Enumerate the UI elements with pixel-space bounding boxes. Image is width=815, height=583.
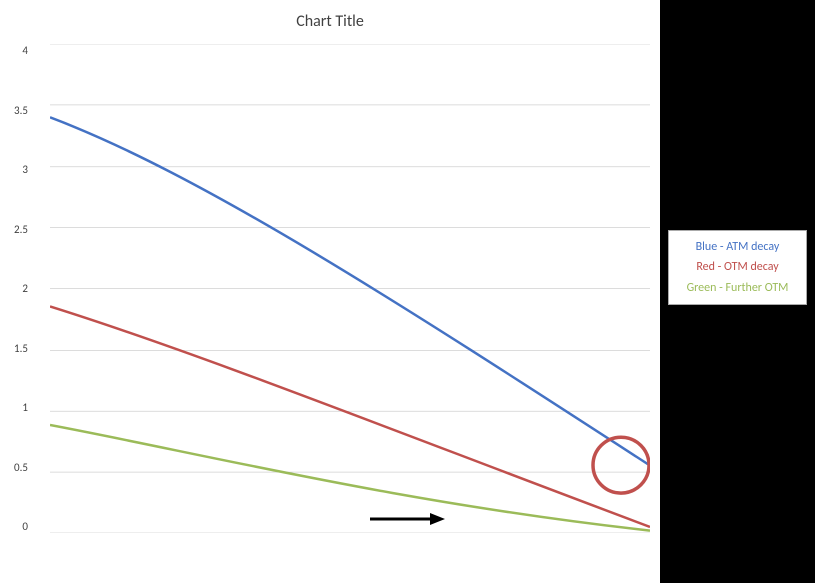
chart-svg: 1 2 3 4 5 6 7 8 9 10 11 12 13 14 15 16 1…: [50, 44, 650, 533]
chart-container: Chart Title: [0, 0, 660, 583]
y-label-2: 2: [22, 282, 28, 295]
y-label-35: 3.5: [14, 104, 28, 117]
legend-item-green: Green - Further OTM: [679, 278, 796, 298]
y-label-15: 1.5: [14, 342, 28, 355]
right-panel: Blue - ATM decay Red - OTM decay Green -…: [660, 0, 815, 583]
chart-plot-area: 1 2 3 4 5 6 7 8 9 10 11 12 13 14 15 16 1…: [50, 44, 650, 533]
y-label-4: 4: [22, 44, 28, 57]
y-label-0: 0: [22, 520, 28, 533]
red-series-line: [50, 306, 650, 526]
legend-box: Blue - ATM decay Red - OTM decay Green -…: [668, 230, 807, 305]
green-series-line: [50, 425, 650, 531]
y-label-25: 2.5: [14, 223, 28, 236]
legend-item-red: Red - OTM decay: [679, 257, 796, 277]
chart-title: Chart Title: [0, 0, 660, 35]
y-label-1: 1: [22, 401, 28, 414]
legend-item-blue: Blue - ATM decay: [679, 237, 796, 257]
arrow-annotation: [430, 513, 445, 525]
y-label-05: 0.5: [14, 461, 28, 474]
y-label-3: 3: [22, 163, 28, 176]
